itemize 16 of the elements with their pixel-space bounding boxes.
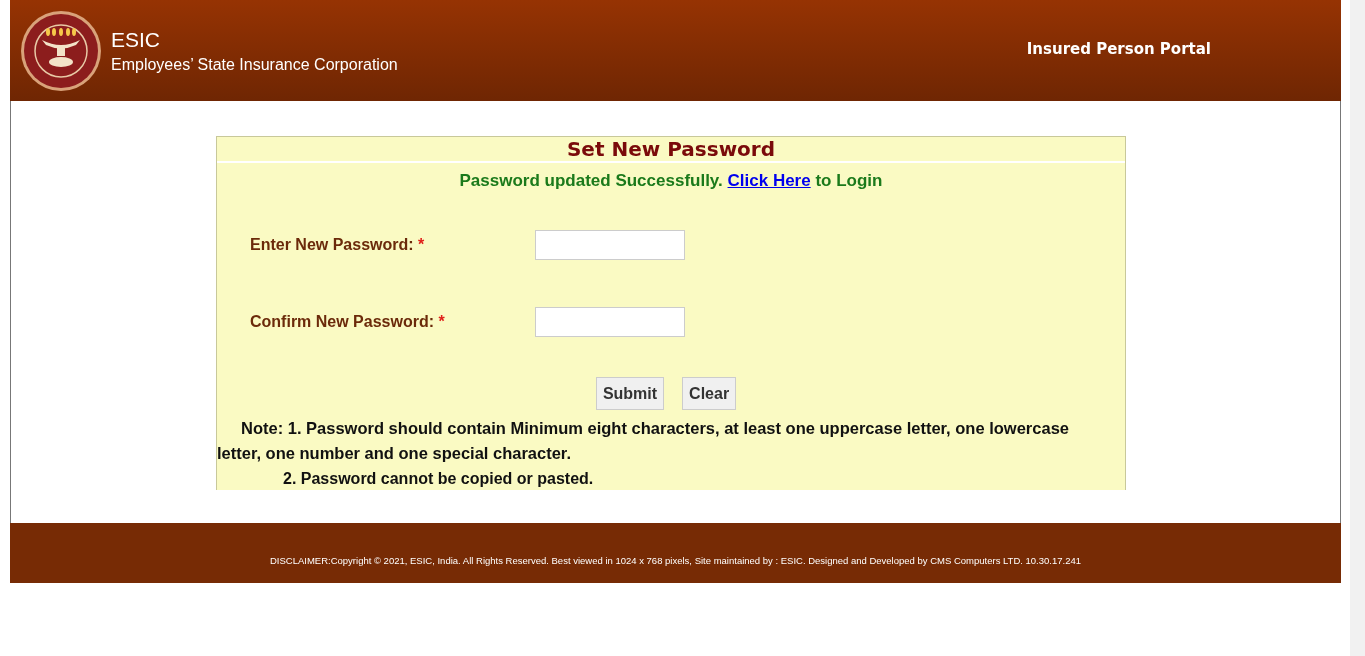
footer-disclaimer: DISCLAIMER:Copyright © 2021, ESIC, India. All Rights Reserved. Best viewed in 1024 x 768 pixels, Site maintained by : ESIC. Designed and Developed by CMS Computers LTD. 10.30.17.241 xyxy=(269,554,1081,566)
field-label: Confirm New Password: * xyxy=(250,313,446,331)
form-title: Set New Password xyxy=(217,137,1125,163)
site-subtitle: Employees’ State Insurance Corporation xyxy=(111,55,398,74)
field-label: Enter New Password: * xyxy=(250,236,426,254)
clear-button[interactable]: Clear xyxy=(682,377,737,410)
login-link[interactable]: Click Here xyxy=(727,171,811,190)
submit-button[interactable]: Submit xyxy=(595,377,665,410)
site-title: ESIC xyxy=(111,27,161,52)
portal-name: Insured Person Portal xyxy=(1026,39,1211,58)
password-note: Note: 1. Password should contain Minimum eight characters, at least one uppercase letter, one lowercase letter, one number and one special character. xyxy=(217,418,1070,464)
password-field[interactable] xyxy=(535,307,685,337)
esic-logo-icon xyxy=(20,9,102,92)
success-message: Password updated Successfully. Click Here to Login xyxy=(458,171,884,191)
password-note: 2. Password cannot be copied or pasted. xyxy=(282,469,595,489)
password-field[interactable] xyxy=(535,230,685,260)
